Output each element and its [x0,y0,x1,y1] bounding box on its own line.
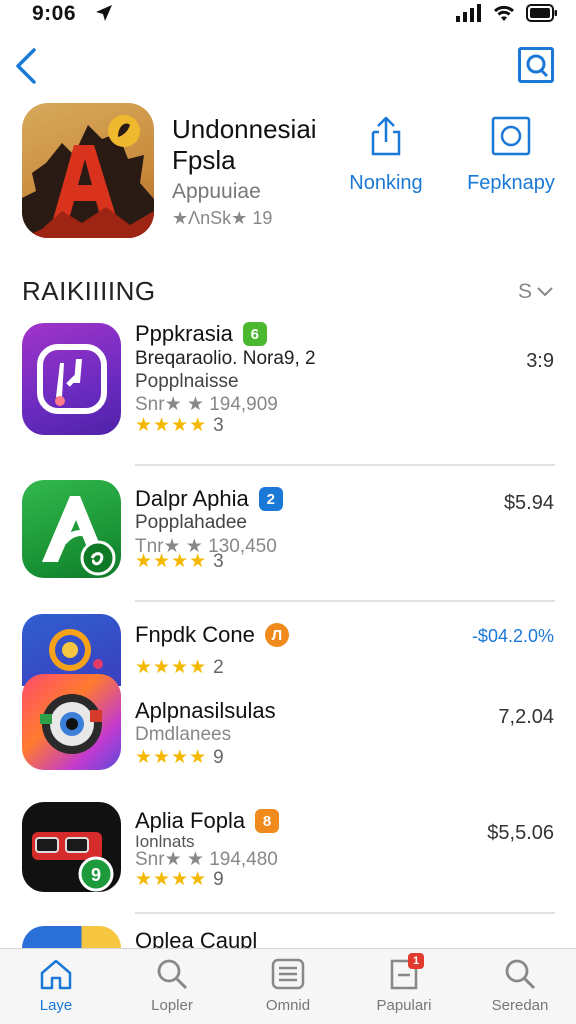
app-price: 7,2.04 [498,706,554,728]
tab-papulari[interactable]: 1 Papulari [354,953,454,1014]
tab-label: Lopler [151,997,193,1014]
app-category: Dmdlanees [135,724,232,745]
list-item[interactable]: 9 Aplia Fopla 8 Ionlnats Snr★ ★ 194,480 … [0,800,576,905]
nonking-label: Nonking [349,172,423,194]
app-name-text: Oplea Caupl [135,928,258,948]
list-item[interactable]: Dalpr Aphia 2 Popplahadee Tnr★ ★ 130,450… [0,478,576,590]
list-item[interactable]: Pppkrasia 6 Breqaraolio. Nora9, 2 Poppln… [0,318,576,448]
rating-count: 3 [213,551,224,572]
app-badge: 6 [242,322,267,346]
home-icon [40,959,72,990]
battery-icon [526,4,558,27]
list-icon [271,958,305,990]
tab-laye[interactable]: Laye [6,957,106,1014]
tab-label: Omnid [265,997,311,1014]
app-name: Aplia Fopla 8 [135,808,280,834]
sort-label: S [518,280,533,303]
tab-label: Papulari [376,997,432,1014]
app-name: Pppkrasia 6 [135,321,267,347]
app-price: $5,5.06 [487,822,554,844]
chevron-down-icon [537,287,553,297]
divider [135,464,555,466]
sort-control[interactable]: S [518,280,554,304]
list-item[interactable]: Fnpdk Cone Л ★★★★ 2 -$04.2.0% [0,614,576,686]
search-icon [505,959,536,990]
app-name: Dalpr Aphia 2 [135,486,283,512]
stars: ★★★★ [135,551,208,572]
stars: ★★★★ [135,869,208,890]
app-name-text: Aplpnasilsulas [135,698,276,723]
app-price: -$04.2.0% [471,626,554,646]
app-name-text: Fnpdk Cone [135,622,255,647]
stars: ★★★★ [135,747,208,768]
app-name-text: Pppkrasia [135,321,233,346]
section-title: RAIKIIIING [22,276,156,306]
hero-app-icon[interactable] [22,103,154,238]
search-button[interactable] [518,47,554,83]
divider [135,912,555,914]
app-price: 3:9 [526,350,554,372]
search-icon [526,54,549,78]
app-icon [22,674,121,770]
tab-omnid[interactable]: Omnid [238,957,338,1014]
app-price: $5.94 [503,492,554,514]
app-icon: 9 [22,802,121,892]
app-category: Popplahadee [135,512,247,533]
star-rating: ★★★★ 9 [135,868,224,891]
tab-bar: Laye Lopler Omnid 1 Papulari Seredan [0,948,576,1024]
hero-title: Undonnesiai Fpsla [172,114,317,175]
status-time: 9:06 [32,2,77,25]
app-name: Fnpdk Cone Л [135,622,289,648]
app-info-line: Breqaraolio. Nora9, 2 [135,348,316,369]
search-icon [157,959,188,990]
star-rating: ★★★★ 3 [135,414,224,437]
fepknapy-label: Fepknapy [467,172,555,194]
app-category: Popplnaisse [135,371,239,392]
rating-count: 9 [213,747,224,768]
app-name-text: Dalpr Aphia [135,486,249,511]
wifi-icon [492,4,516,27]
app-badge: Л [264,623,289,647]
star-rating: ★★★★ 9 [135,746,224,769]
app-badge: 8 [255,809,280,833]
list-item[interactable]: Aplpnasilsulas Dmdlanees ★★★★ 9 7,2.04 [0,674,576,784]
app-name: Oplea Caupl [135,928,257,948]
app-icon [22,480,121,578]
app-name: Aplpnasilsulas [135,698,276,724]
app-icon [22,926,121,948]
notification-badge: 1 [408,953,424,969]
divider [135,600,555,602]
share-icon [371,116,401,156]
rating-count: 3 [213,415,224,436]
app-name-text: Aplia Fopla [135,808,246,833]
rating-count: 9 [213,869,224,890]
app-badge: 2 [258,487,283,511]
stars: ★★★★ [135,415,208,436]
list-item[interactable]: Oplea Caupl [0,924,576,948]
hero-subtitle: Appuuiae [172,180,261,203]
circle-square-icon [491,116,531,156]
tab-lopler[interactable]: Lopler [122,957,222,1014]
tab-seredan[interactable]: Seredan [470,957,570,1014]
cellular-signal-icon [456,4,482,27]
nonking-button[interactable]: Nonking [345,114,427,195]
app-icon [22,323,121,435]
fepknapy-button[interactable]: Fepknapy [466,114,556,195]
tab-label: Laye [39,997,73,1014]
back-button[interactable] [12,46,42,86]
tab-label: Seredan [491,997,549,1014]
location-arrow-icon [94,3,114,28]
star-rating: ★★★★ 3 [135,550,224,573]
app-download-count: Snr★ ★ 194,909 [135,394,278,415]
svg-text:9: 9 [91,865,101,885]
status-icons [456,4,558,27]
chevron-left-icon [16,48,36,84]
hero-rating: ★ɅnSk★ 19 [172,208,273,228]
